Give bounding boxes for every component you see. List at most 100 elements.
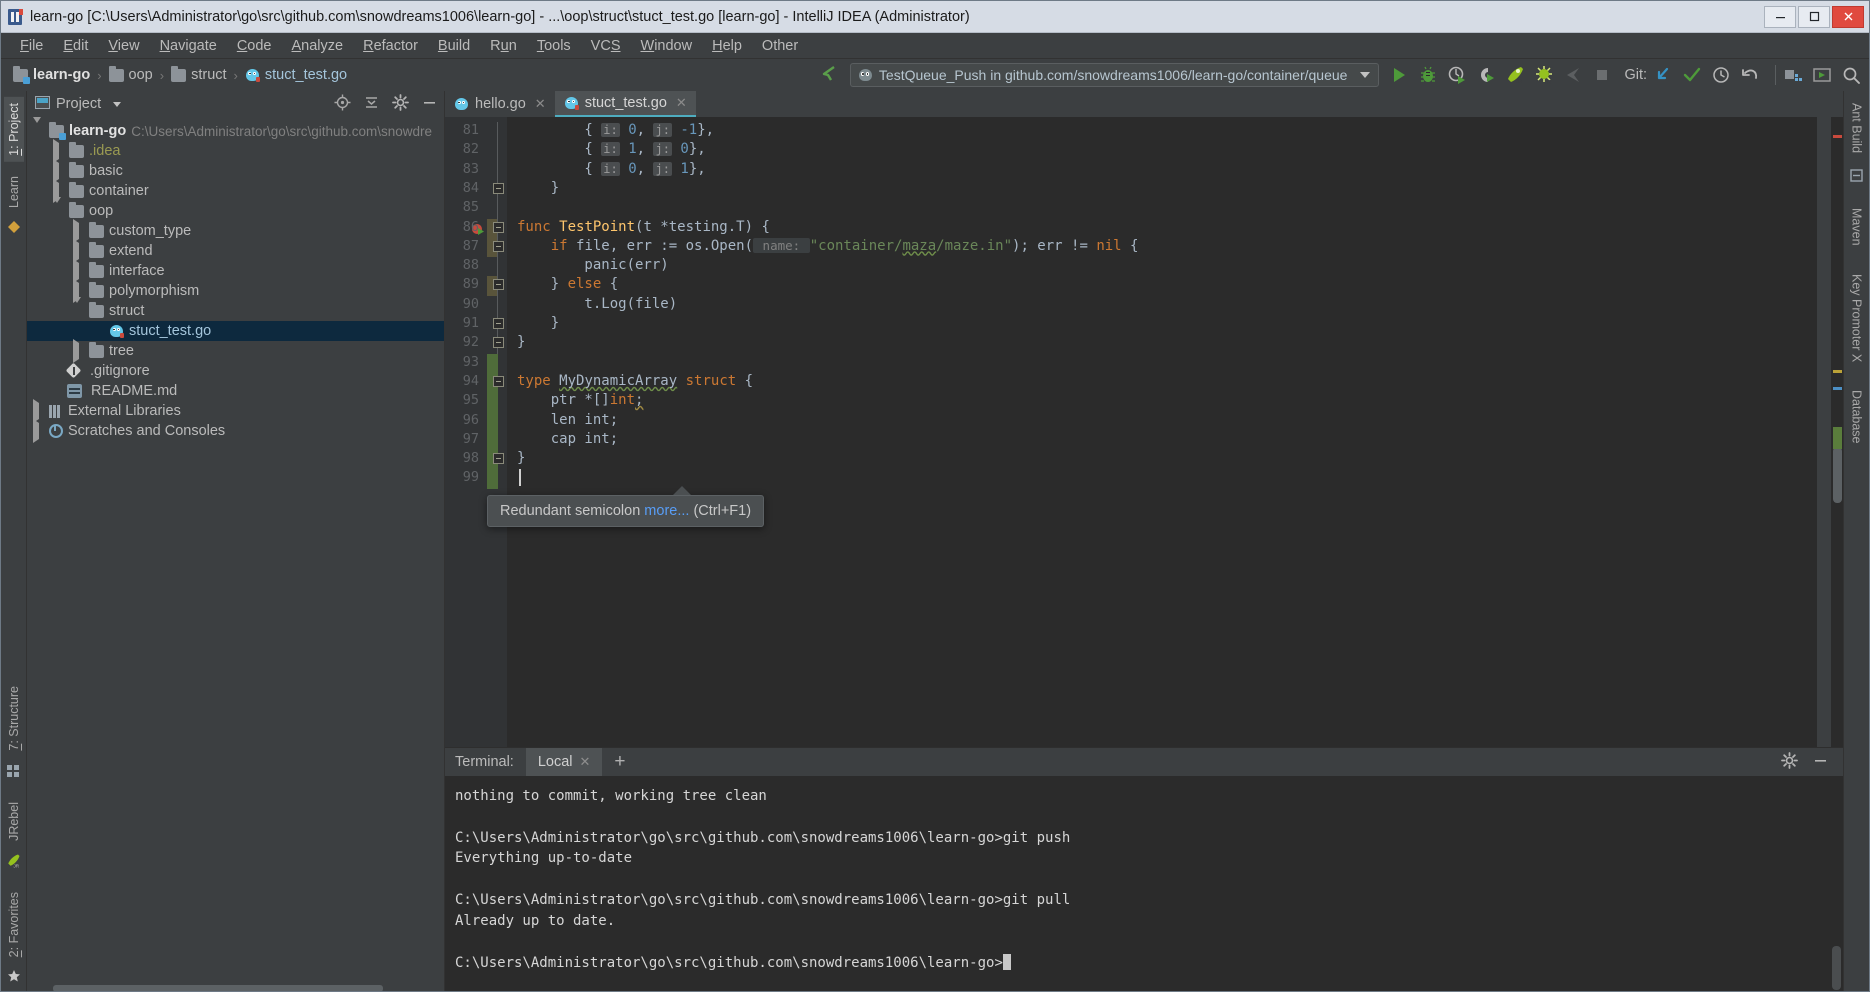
menu-vcs[interactable]: VCS <box>582 35 630 57</box>
breadcrumb-oop[interactable]: oop <box>105 65 157 85</box>
tree-row-polymorphism[interactable]: polymorphism <box>27 281 444 301</box>
tree-row-struct[interactable]: struct <box>27 301 444 321</box>
run-profile-icon[interactable] <box>1476 65 1496 85</box>
breadcrumb-stuct-test-go[interactable]: stuct_test.go <box>241 65 351 85</box>
tree-row-external-libraries[interactable]: External Libraries <box>27 401 444 421</box>
menu-help[interactable]: Help <box>703 35 751 57</box>
error-stripe-error[interactable] <box>1833 135 1842 138</box>
terminal-output[interactable]: nothing to commit, working tree cleanC:\… <box>445 776 1843 992</box>
minimize-button[interactable] <box>1764 6 1796 28</box>
search-everywhere-icon[interactable] <box>1841 65 1861 85</box>
tree-row-readme[interactable]: README.md <box>27 381 444 401</box>
history-icon[interactable] <box>1711 65 1731 85</box>
breadcrumb-struct[interactable]: struct <box>167 65 230 85</box>
menu-tools[interactable]: Tools <box>528 35 580 57</box>
editor-scrollbar[interactable] <box>1831 117 1843 747</box>
collapse-all-icon[interactable] <box>363 94 380 115</box>
expand-arrow-icon[interactable] <box>73 243 84 259</box>
close-icon[interactable]: ✕ <box>535 96 546 112</box>
menu-other[interactable]: Other <box>753 35 807 57</box>
error-stripe-warning[interactable] <box>1833 370 1842 373</box>
code-fold-toggle[interactable] <box>493 279 504 290</box>
expand-arrow-icon[interactable] <box>53 163 64 179</box>
sidebar-item-favorites[interactable]: 2: Favorites <box>4 886 24 963</box>
code-fold-toggle[interactable] <box>493 376 504 387</box>
close-icon[interactable]: ✕ <box>676 95 687 111</box>
tooltip-more-link[interactable]: more... <box>644 503 689 519</box>
error-stripe-change[interactable] <box>1833 427 1842 449</box>
expand-arrow-icon[interactable] <box>73 223 84 239</box>
code-fold-toggle[interactable] <box>493 241 504 252</box>
editor-tab-hello-go[interactable]: hello.go ✕ <box>445 91 555 117</box>
expand-arrow-icon[interactable] <box>73 343 84 359</box>
tree-row-scratches[interactable]: Scratches and Consoles <box>27 421 444 441</box>
jrebel-debug-icon[interactable]: JR <box>1534 65 1554 85</box>
menu-edit[interactable]: Edit <box>54 35 97 57</box>
code-fold-toggle[interactable] <box>493 222 504 233</box>
menu-code[interactable]: Code <box>228 35 281 57</box>
menu-build[interactable]: Build <box>429 35 479 57</box>
close-icon[interactable]: ✕ <box>580 754 591 770</box>
vcs-change-marker[interactable] <box>487 354 498 489</box>
code-fold-toggle[interactable] <box>493 318 504 329</box>
hide-icon[interactable] <box>1812 752 1829 773</box>
commit-icon[interactable] <box>1682 65 1702 85</box>
tree-row-extend[interactable]: extend <box>27 241 444 261</box>
scrollbar-thumb[interactable] <box>1833 447 1842 503</box>
expand-arrow-icon[interactable] <box>73 263 84 279</box>
back-arrow-icon[interactable] <box>818 63 840 87</box>
menu-analyze[interactable]: Analyze <box>283 35 353 57</box>
chevron-down-icon[interactable] <box>1360 72 1370 78</box>
project-tree-hscrollbar[interactable] <box>27 984 444 992</box>
run-configuration-selector[interactable]: TestQueue_Push in github.com/snowdreams1… <box>850 63 1380 87</box>
expand-arrow-icon[interactable] <box>33 123 44 139</box>
sidebar-item-ant-build[interactable]: Ant Build <box>1847 97 1867 159</box>
expand-arrow-icon[interactable] <box>53 143 64 159</box>
tree-row-oop[interactable]: oop <box>27 201 444 221</box>
rollback-icon[interactable] <box>1740 65 1760 85</box>
code-fold-toggle[interactable] <box>493 453 504 464</box>
locate-icon[interactable] <box>334 94 351 115</box>
sidebar-item-maven[interactable]: Maven <box>1847 202 1867 252</box>
menu-window[interactable]: Window <box>632 35 702 57</box>
project-structure-icon[interactable] <box>1783 65 1803 85</box>
expand-arrow-icon[interactable] <box>73 303 84 319</box>
update-project-icon[interactable] <box>1653 65 1673 85</box>
sidebar-item-database[interactable]: Database <box>1847 384 1867 450</box>
expand-arrow-icon[interactable] <box>53 203 64 219</box>
breadcrumb-learn-go[interactable]: learn-go <box>9 65 94 85</box>
inspection-tooltip[interactable]: Redundant semicolon more... (Ctrl+F1) <box>487 495 764 527</box>
run-icon[interactable] <box>1389 65 1409 85</box>
tree-row-basic[interactable]: basic <box>27 161 444 181</box>
tree-row-custom-type[interactable]: custom_type <box>27 221 444 241</box>
terminal-scrollbar[interactable] <box>1832 946 1841 990</box>
tree-row-container[interactable]: container <box>27 181 444 201</box>
settings-gear-icon[interactable] <box>1781 752 1798 773</box>
settings-gear-icon[interactable] <box>392 94 409 115</box>
editor-tab-stuct-test-go[interactable]: stuct_test.go ✕ <box>555 91 696 117</box>
tree-row-idea[interactable]: .idea <box>27 141 444 161</box>
editor-gutter[interactable]: 81828384858687888990919293949596979899 <box>445 117 507 747</box>
sidebar-item-project[interactable]: 1: Project <box>4 97 24 162</box>
code-content[interactable]: { i: 0, j: -1}, { i: 1, j: 0}, { i: 0, j… <box>507 117 1817 747</box>
run-anything-icon[interactable] <box>1812 65 1832 85</box>
sidebar-item-structure[interactable]: 7: Structure <box>4 680 24 757</box>
tree-row-learn-go[interactable]: learn-go C:\Users\Administrator\go\src\g… <box>27 121 444 141</box>
chevron-down-icon[interactable] <box>113 102 121 107</box>
hide-icon[interactable] <box>421 94 438 115</box>
menu-view[interactable]: View <box>99 35 148 57</box>
expand-arrow-icon[interactable] <box>33 423 44 439</box>
project-tree[interactable]: learn-go C:\Users\Administrator\go\src\g… <box>27 117 444 984</box>
sidebar-item-key-promoter-x[interactable]: Key Promoter X <box>1847 268 1867 368</box>
tree-row-tree[interactable]: tree <box>27 341 444 361</box>
code-fold-toggle[interactable] <box>493 337 504 348</box>
terminal-tab-local[interactable]: Local ✕ <box>526 748 603 776</box>
debug-icon[interactable] <box>1418 65 1438 85</box>
run-with-coverage-icon[interactable] <box>1447 65 1467 85</box>
expand-arrow-icon[interactable] <box>33 403 44 419</box>
editor-main[interactable]: 81828384858687888990919293949596979899 {… <box>445 117 1843 747</box>
menu-file[interactable]: File <box>11 35 52 57</box>
tree-row-interface[interactable]: interface <box>27 261 444 281</box>
tree-row-gitignore[interactable]: .gitignore <box>27 361 444 381</box>
code-fold-toggle[interactable] <box>493 183 504 194</box>
